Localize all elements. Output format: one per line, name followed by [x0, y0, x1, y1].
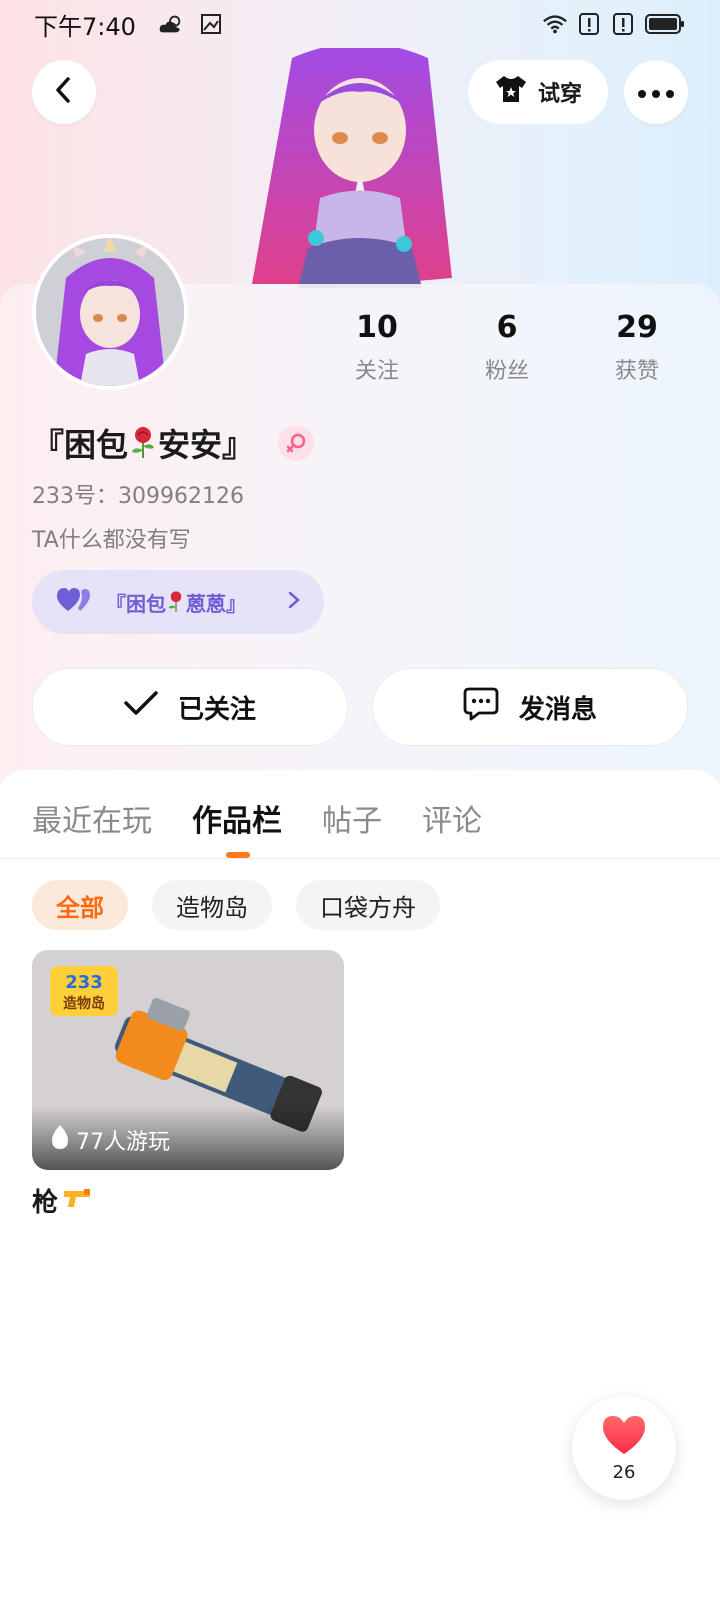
stat-label: 关注: [354, 359, 399, 384]
followed-label: 已关注: [177, 694, 256, 725]
more-horizontal-icon: [638, 83, 674, 102]
svg-text:233: 233: [65, 972, 103, 993]
tab-comments[interactable]: 评论: [422, 796, 482, 840]
female-icon: [278, 425, 315, 461]
back-button[interactable]: [32, 60, 96, 124]
profile-tabs: 最近在玩 作品栏 帖子 评论: [32, 796, 482, 840]
followed-button[interactable]: 已关注: [32, 668, 348, 746]
profile-stats: 10 关注 6 粉丝 29 获赞: [312, 310, 702, 385]
filter-all[interactable]: 全部: [32, 880, 128, 930]
stat-likes[interactable]: 29 获赞: [572, 310, 702, 385]
double-heart-icon: [56, 587, 92, 618]
chat-bubble-icon: [463, 687, 499, 728]
stat-label: 获赞: [614, 359, 659, 384]
tab-recently-played[interactable]: 最近在玩: [32, 796, 152, 840]
alert-icon: [610, 12, 636, 36]
battery-icon: [644, 12, 686, 36]
like-button[interactable]: 26: [572, 1396, 676, 1500]
stat-label: 粉丝: [484, 359, 529, 384]
status-bar: 下午7:40: [0, 0, 720, 48]
rose-icon: [128, 426, 158, 460]
tab-posts[interactable]: 帖子: [322, 796, 382, 840]
play-count: 77人游玩: [50, 1124, 170, 1156]
heart-icon: [601, 1414, 647, 1460]
like-count: 26: [612, 1461, 636, 1483]
stat-value: 10: [356, 310, 398, 345]
try-on-label: 试穿: [537, 82, 582, 107]
cp-name-suffix: 蒽蒽』: [186, 591, 246, 616]
status-time: 下午7:40: [34, 12, 136, 41]
user-id: 233号：309962126: [32, 484, 244, 509]
work-title[interactable]: 枪: [32, 1182, 92, 1219]
work-filters: 全部 造物岛 口袋方舟: [32, 880, 440, 930]
nickname: 『困包 安安』: [32, 420, 315, 466]
nickname-suffix: 安安』: [158, 426, 255, 464]
filter-pocket-ark[interactable]: 口袋方舟: [296, 880, 440, 930]
gallery-icon: [198, 12, 224, 36]
nickname-prefix: 『困包: [32, 426, 129, 464]
message-button[interactable]: 发消息: [372, 668, 688, 746]
try-on-button[interactable]: 试穿: [468, 60, 608, 124]
cp-partner-chip[interactable]: 『困包 蒽蒽』: [32, 570, 324, 634]
stat-value: 6: [496, 310, 518, 345]
play-count-text: 77人游玩: [76, 1130, 170, 1155]
alert-icon: [576, 12, 602, 36]
more-button[interactable]: [624, 60, 688, 124]
bio: TA什么都没有写: [32, 528, 191, 553]
stat-fans[interactable]: 6 粉丝: [442, 310, 572, 385]
chevron-right-icon: [288, 590, 300, 615]
rose-icon: [166, 590, 186, 614]
work-card[interactable]: 233 造物岛 77人游玩: [32, 950, 344, 1170]
work-title-text: 枪: [32, 1188, 59, 1218]
tab-works[interactable]: 作品栏: [192, 796, 282, 840]
filter-creation-island[interactable]: 造物岛: [152, 880, 272, 930]
tshirt-icon: [494, 74, 528, 110]
water-gun-icon: [62, 1186, 92, 1216]
cp-name-prefix: 『困包: [106, 591, 166, 616]
stat-value: 29: [616, 310, 658, 345]
weather-cloudy-icon: [158, 12, 184, 36]
message-label: 发消息: [518, 694, 597, 725]
svg-text:造物岛: 造物岛: [63, 995, 105, 1012]
character-banner-image: [232, 48, 488, 288]
avatar[interactable]: [32, 234, 188, 390]
wifi-icon: [542, 12, 568, 36]
creation-island-logo: 233 造物岛: [50, 966, 118, 1016]
check-icon: [124, 690, 158, 724]
divider: [0, 858, 720, 859]
chevron-left-icon: [52, 76, 76, 108]
stat-following[interactable]: 10 关注: [312, 310, 442, 385]
flame-icon: [50, 1124, 70, 1156]
